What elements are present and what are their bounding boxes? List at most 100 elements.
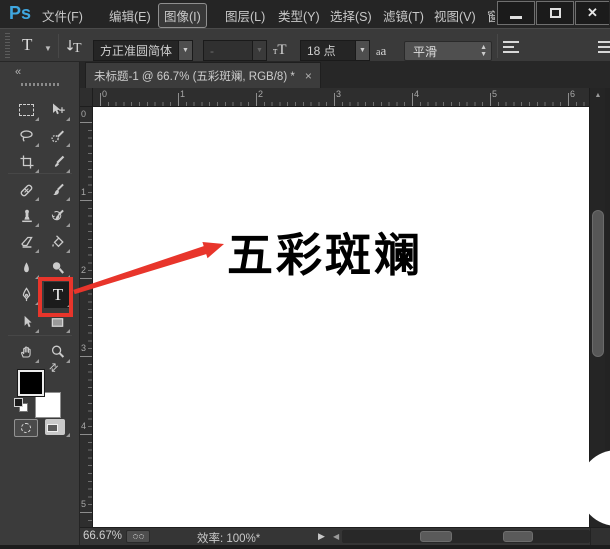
ruler-label: 6 xyxy=(570,89,575,99)
separator xyxy=(497,34,498,58)
divider xyxy=(8,173,72,174)
font-style-value: - xyxy=(210,44,214,58)
ruler-label: 0 xyxy=(81,109,86,119)
tool-pen[interactable] xyxy=(13,282,40,306)
eraser-icon xyxy=(19,234,35,250)
tool-eraser[interactable] xyxy=(13,230,40,254)
tool-history-brush[interactable] xyxy=(44,204,71,228)
menu-view[interactable]: 视图(V) xyxy=(434,6,476,25)
hand-icon xyxy=(18,344,35,360)
ruler-label: 3 xyxy=(81,343,86,353)
tool-blur[interactable] xyxy=(13,256,40,280)
status-gears-icon xyxy=(126,530,150,543)
ruler-label: 3 xyxy=(336,89,341,99)
type-tool-highlight-box xyxy=(38,277,73,317)
photoshop-logo: Ps xyxy=(9,3,31,24)
tool-crop[interactable] xyxy=(13,150,40,174)
tool-path-selection[interactable] xyxy=(13,310,40,334)
panel-grip-dots[interactable] xyxy=(21,83,59,86)
ruler-label: 4 xyxy=(414,89,419,99)
quick-mask-icon xyxy=(21,423,31,433)
horizontal-scrollbar[interactable] xyxy=(342,530,590,543)
efficiency-label: 效率: 100%* xyxy=(197,530,260,546)
anti-alias-select[interactable]: 平滑 ▲▼ xyxy=(404,41,492,61)
healing-brush-icon xyxy=(18,182,35,199)
tab-close-icon[interactable]: × xyxy=(305,69,312,83)
canvas[interactable]: 五彩斑斓 xyxy=(93,107,589,527)
tool-clone-stamp[interactable] xyxy=(13,204,40,228)
document-tab-title: 未标题-1 @ 66.7% (五彩斑斓, RGB/8) * xyxy=(94,68,295,84)
tool-preset-picker[interactable]: T ▼ xyxy=(22,35,56,57)
tool-quick-selection[interactable] xyxy=(44,124,71,148)
photoshop-window: Ps 文件(F) 编辑(E) 图像(I) 图层(L) 类型(Y) 选择(S) 滤… xyxy=(0,0,610,549)
zoom-level-field[interactable]: 66.67% xyxy=(83,530,122,542)
tool-hand[interactable] xyxy=(13,340,40,364)
vertical-scrollbar-thumb[interactable] xyxy=(592,210,604,357)
type-tool-preset-icon: T xyxy=(22,35,32,54)
ruler-label: 0 xyxy=(102,89,107,99)
tool-eyedropper[interactable] xyxy=(44,150,71,174)
tool-paint-bucket[interactable] xyxy=(44,230,71,254)
lasso-icon xyxy=(18,128,35,144)
ruler-label: 5 xyxy=(81,499,86,509)
minimize-icon xyxy=(510,16,522,19)
move-icon xyxy=(49,102,67,118)
menu-layer[interactable]: 图层(L) xyxy=(225,6,265,25)
anti-alias-icon: aa xyxy=(376,42,386,60)
maximize-button[interactable] xyxy=(536,1,574,25)
default-colors-icon[interactable] xyxy=(14,398,30,414)
foreground-color-swatch[interactable] xyxy=(18,370,44,396)
crop-icon xyxy=(19,154,35,170)
tool-spot-healing-brush[interactable] xyxy=(13,178,40,202)
svg-text:T: T xyxy=(73,41,82,56)
titlebar: Ps 文件(F) 编辑(E) 图像(I) 图层(L) 类型(Y) 选择(S) 滤… xyxy=(0,0,610,28)
water-drop-icon xyxy=(19,260,34,276)
minimize-button[interactable] xyxy=(497,1,535,25)
horizontal-scrollbar-thumb[interactable] xyxy=(503,531,533,542)
red-annotation-arrow xyxy=(70,234,228,300)
menu-window-clipped[interactable]: 窗 xyxy=(487,6,495,25)
divider xyxy=(8,335,72,336)
clone-stamp-icon xyxy=(19,208,35,224)
font-size-select[interactable]: 18 点 ▼ xyxy=(300,40,370,61)
horizontal-scrollbar-thumb[interactable] xyxy=(420,531,452,542)
menu-type[interactable]: 类型(Y) xyxy=(278,6,320,25)
tool-zoom[interactable] xyxy=(44,340,71,364)
paint-bucket-icon xyxy=(49,234,66,250)
screen-mode-button[interactable] xyxy=(45,419,65,435)
chevron-down-icon[interactable]: ▼ xyxy=(355,41,369,60)
options-bar: T ▼ T 方正准圆简体 ▼ - ▼ тT 18 点 ▼ aa 平滑 ▲▼ xyxy=(0,28,610,62)
status-menu-arrow-icon[interactable]: ▶ xyxy=(318,531,325,542)
align-left-icon[interactable] xyxy=(503,41,519,53)
menu-filter[interactable]: 滤镜(T) xyxy=(383,6,424,25)
dodge-icon xyxy=(50,260,66,276)
menu-edit[interactable]: 编辑(E) xyxy=(109,6,151,25)
font-family-select[interactable]: 方正准圆简体 ▼ xyxy=(93,40,193,61)
collapse-panel-button[interactable]: « xyxy=(15,66,19,78)
document-tab-bar: 未标题-1 @ 66.7% (五彩斑斓, RGB/8) * × xyxy=(80,62,610,88)
tool-lasso[interactable] xyxy=(13,124,40,148)
menu-select[interactable]: 选择(S) xyxy=(330,6,372,25)
menu-file[interactable]: 文件(F) xyxy=(42,6,83,25)
close-button[interactable]: ✕ xyxy=(575,1,609,25)
options-grip-handle[interactable] xyxy=(5,33,10,58)
scroll-left-icon[interactable]: ◀ xyxy=(333,532,339,541)
text-orientation-toggle-icon[interactable]: T xyxy=(64,37,88,57)
ruler-corner xyxy=(80,88,93,107)
chevron-down-icon[interactable]: ▼ xyxy=(178,41,192,60)
document-tab[interactable]: 未标题-1 @ 66.7% (五彩斑斓, RGB/8) * × xyxy=(85,62,321,88)
chevron-down-icon: ▼ xyxy=(44,44,52,53)
screen-mode-icon xyxy=(47,424,58,432)
separator xyxy=(58,34,59,58)
tool-rectangular-marquee[interactable] xyxy=(13,98,40,122)
pen-icon xyxy=(19,286,34,303)
align-icon-clipped[interactable] xyxy=(598,41,610,53)
horizontal-ruler: 0123456 xyxy=(93,88,590,107)
quick-mask-mode-button[interactable] xyxy=(14,419,38,437)
chevron-down-icon: ▼ xyxy=(252,41,266,60)
tool-move[interactable] xyxy=(44,98,71,122)
eyedropper-icon xyxy=(50,154,66,170)
menu-image[interactable]: 图像(I) xyxy=(158,3,207,28)
tool-brush[interactable] xyxy=(44,178,71,202)
scroll-up-icon[interactable]: ▲ xyxy=(590,92,606,99)
